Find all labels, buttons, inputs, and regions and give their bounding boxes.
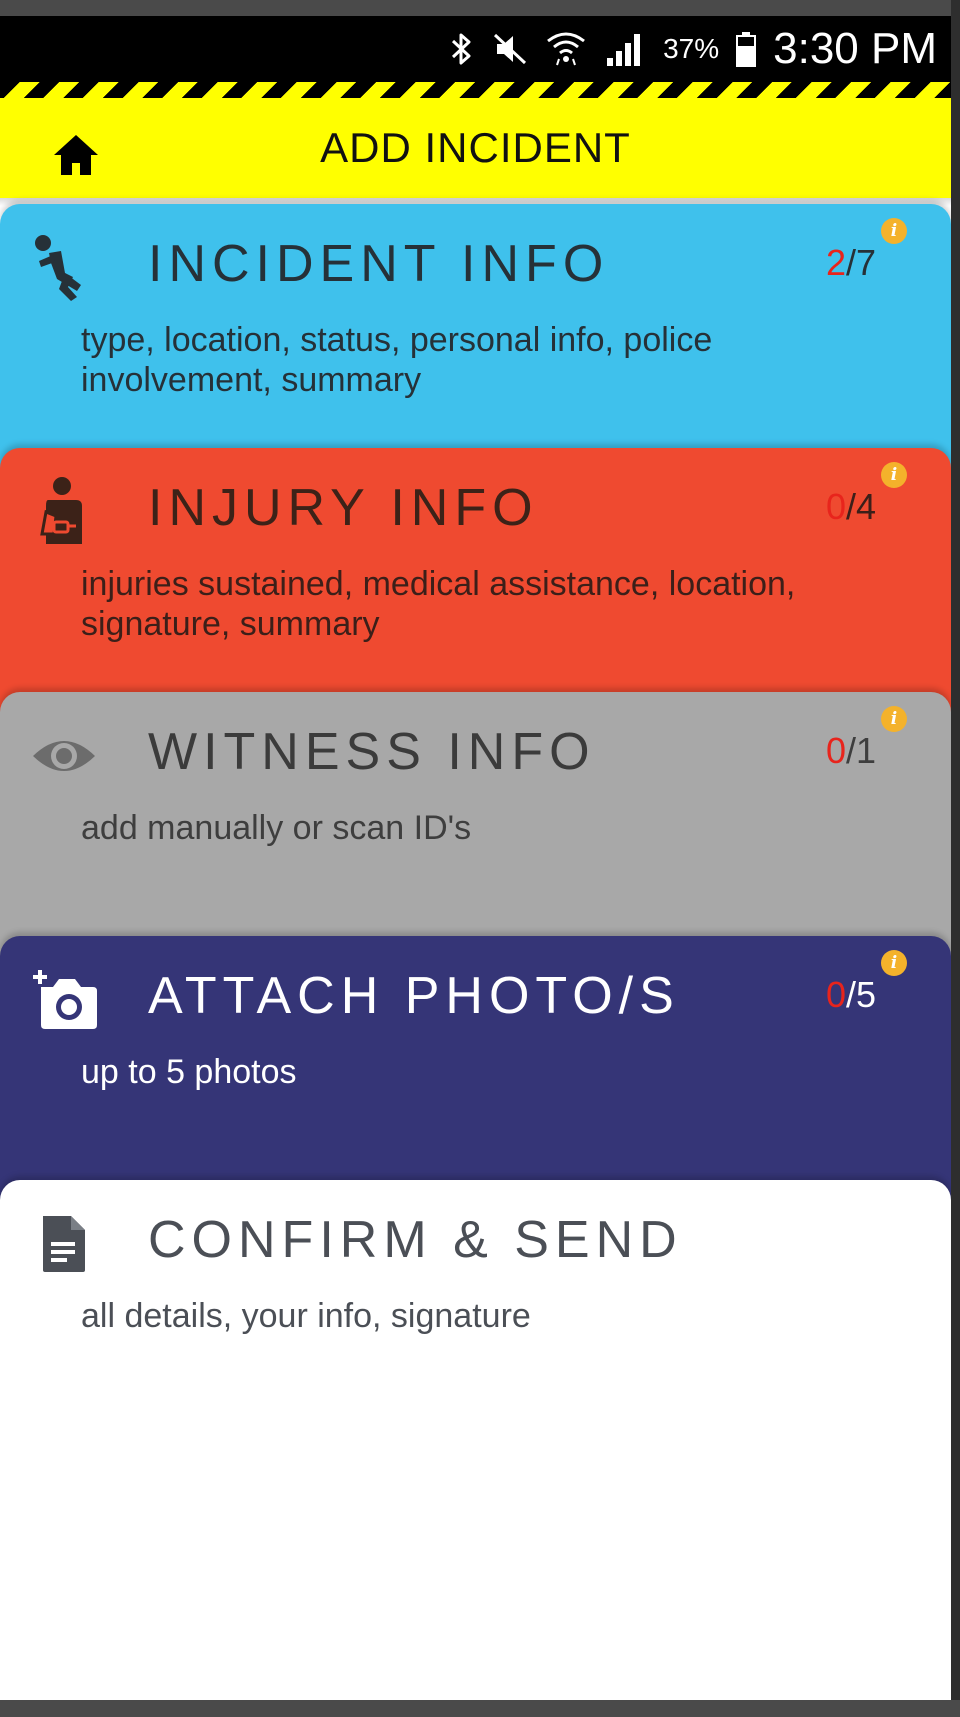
status-time: 3:30 PM <box>773 24 937 73</box>
section-injury-info[interactable]: INJURY INFO 0/4 i injuries sustained, me… <box>0 448 951 718</box>
injured-person-icon <box>28 474 100 550</box>
eye-icon <box>28 718 100 794</box>
info-icon[interactable]: i <box>881 218 907 244</box>
info-icon[interactable]: i <box>881 706 907 732</box>
total-count: /4 <box>845 486 876 527</box>
falling-person-icon <box>28 230 100 306</box>
section-incident-info[interactable]: INCIDENT INFO 2/7 i type, location, stat… <box>0 204 951 474</box>
device-frame-bottom <box>0 1700 960 1717</box>
wifi-icon <box>545 29 587 69</box>
total-count: /1 <box>845 730 876 771</box>
section-confirm-send[interactable]: CONFIRM & SEND all details, your info, s… <box>0 1180 951 1700</box>
document-icon <box>28 1206 100 1282</box>
mute-icon <box>491 31 529 67</box>
hazard-stripe <box>0 82 951 98</box>
section-title: ATTACH PHOTO/S <box>148 967 680 1025</box>
completed-count: 0 <box>825 486 846 527</box>
add-photo-icon <box>28 962 100 1038</box>
progress-count: 0/5 <box>826 974 876 1016</box>
app-header: ADD INCIDENT <box>0 98 951 198</box>
device-frame-top <box>0 0 960 16</box>
section-description: type, location, status, personal info, p… <box>81 321 713 399</box>
page-title: ADD INCIDENT <box>320 124 631 171</box>
section-description: up to 5 photos <box>81 1053 297 1091</box>
completed-count: 2 <box>825 242 846 283</box>
completed-count: 0 <box>825 974 846 1015</box>
section-title: INJURY INFO <box>148 479 539 537</box>
total-count: /5 <box>845 974 876 1015</box>
section-title: INCIDENT INFO <box>148 235 610 293</box>
progress-count: 0/1 <box>826 730 876 772</box>
status-icons: 37% 3:30 PM <box>449 24 937 74</box>
info-icon[interactable]: i <box>881 462 907 488</box>
section-title: CONFIRM & SEND <box>148 1211 683 1269</box>
progress-count: 2/7 <box>826 242 876 284</box>
device-frame-right <box>951 0 960 1717</box>
progress-count: 0/4 <box>826 486 876 528</box>
completed-count: 0 <box>825 730 846 771</box>
section-description: add manually or scan ID's <box>81 809 472 847</box>
signal-icon <box>603 30 647 68</box>
total-count: /7 <box>845 242 876 283</box>
battery-percent: 37% <box>663 33 720 64</box>
battery-icon <box>735 30 757 68</box>
section-witness-info[interactable]: WITNESS INFO 0/1 i add manually or scan … <box>0 692 951 962</box>
app-screen: 37% 3:30 PM ADD INCIDENT INCIDENT INFO 2… <box>0 16 951 1700</box>
status-bar: 37% 3:30 PM <box>0 16 951 82</box>
bluetooth-icon <box>449 31 475 67</box>
info-icon[interactable]: i <box>881 950 907 976</box>
section-title: WITNESS INFO <box>148 723 596 781</box>
section-attach-photos[interactable]: ATTACH PHOTO/S 0/5 i up to 5 photos <box>0 936 951 1206</box>
section-description: all details, your info, signature <box>81 1297 531 1335</box>
section-description: injuries sustained, medical assistance, … <box>81 565 796 643</box>
